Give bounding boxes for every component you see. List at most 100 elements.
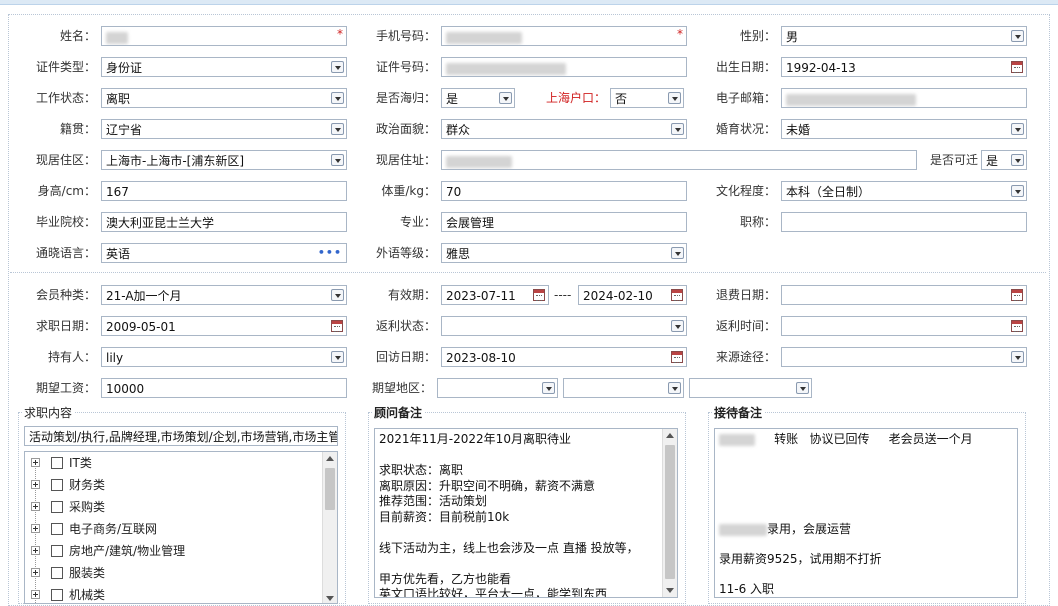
tree-item-label: 服装类	[69, 566, 106, 580]
email-field[interactable]	[781, 88, 1027, 108]
calendar-icon[interactable]	[331, 320, 343, 332]
marital-select[interactable]: 未婚	[781, 119, 1027, 139]
edu-select[interactable]: 本科（全日制）	[781, 181, 1027, 201]
checkbox[interactable]	[51, 545, 63, 557]
checkbox[interactable]	[51, 567, 63, 579]
scroll-up-icon[interactable]	[326, 456, 334, 461]
rebate-time-field[interactable]	[781, 316, 1027, 336]
expand-icon[interactable]	[31, 524, 40, 533]
checkbox[interactable]	[51, 523, 63, 535]
scroll-up-icon[interactable]	[666, 433, 674, 438]
scroll-down-icon[interactable]	[666, 588, 674, 593]
job-content-summary[interactable]: 活动策划/执行,品牌经理,市场策划/企划,市场营销,市场主管	[24, 426, 338, 446]
height-field[interactable]: 167	[101, 181, 347, 201]
reception-notes-title: 接待备注	[712, 405, 765, 421]
chevron-down-icon[interactable]	[671, 320, 684, 332]
chevron-down-icon[interactable]	[331, 123, 344, 135]
holder-select[interactable]: lily	[101, 347, 347, 367]
chevron-down-icon[interactable]	[331, 61, 344, 73]
holder-label: 持有人：	[47, 350, 96, 364]
chevron-down-icon[interactable]	[1011, 185, 1024, 197]
chevron-down-icon[interactable]	[1011, 123, 1024, 135]
gender-select[interactable]: 男	[781, 26, 1027, 46]
calendar-icon[interactable]	[1011, 61, 1023, 73]
expand-icon[interactable]	[31, 546, 40, 555]
advisor-note-line	[379, 556, 673, 572]
phone-field[interactable]	[441, 26, 687, 46]
expand-icon[interactable]	[31, 502, 40, 511]
chevron-down-icon[interactable]	[331, 289, 344, 301]
calendar-icon[interactable]	[671, 289, 683, 301]
checkbox[interactable]	[51, 501, 63, 513]
lang-value: 英语	[106, 247, 131, 261]
checkbox[interactable]	[51, 589, 63, 601]
overseas-label: 是否海归：	[375, 91, 436, 105]
scroll-thumb[interactable]	[665, 445, 675, 579]
advisor-note-line	[379, 525, 673, 541]
overseas-select[interactable]: 是	[441, 88, 515, 108]
calendar-icon[interactable]	[533, 289, 545, 301]
overseas-value: 是	[446, 92, 459, 106]
chevron-down-icon[interactable]	[671, 247, 684, 259]
work-status-select[interactable]: 离职	[101, 88, 347, 108]
chevron-down-icon[interactable]	[668, 92, 681, 104]
more-icon[interactable]: •••	[318, 244, 342, 262]
expand-icon[interactable]	[31, 458, 40, 467]
valid-from-field[interactable]: 2023-07-11	[441, 285, 549, 305]
refund-date-field[interactable]	[781, 285, 1027, 305]
weight-field[interactable]: 70	[441, 181, 687, 201]
residence-select[interactable]: 上海市-上海市-[浦东新区]	[101, 150, 347, 170]
chevron-down-icon[interactable]	[542, 382, 555, 394]
hukou-select[interactable]: 否	[610, 88, 684, 108]
expand-icon[interactable]	[31, 590, 40, 599]
chevron-down-icon[interactable]	[796, 382, 809, 394]
scroll-down-icon[interactable]	[326, 596, 334, 601]
advisor-notes-textarea[interactable]: 2021年11月-2022年10月离职待业 求职状态：离职 离职原因：升职空间不明确…	[374, 428, 678, 598]
chevron-down-icon[interactable]	[499, 92, 512, 104]
advisor-notes-scrollbar[interactable]	[662, 429, 677, 597]
major-field[interactable]: 会展管理	[441, 212, 687, 232]
chevron-down-icon[interactable]	[1011, 30, 1024, 42]
chevron-down-icon[interactable]	[331, 92, 344, 104]
tree-scrollbar[interactable]	[322, 452, 337, 603]
checkbox[interactable]	[51, 479, 63, 491]
chevron-down-icon[interactable]	[1011, 154, 1024, 166]
native-select[interactable]: 辽宁省	[101, 119, 347, 139]
id-no-field[interactable]	[441, 57, 687, 77]
chevron-down-icon[interactable]	[331, 154, 344, 166]
rebate-status-select[interactable]	[441, 316, 687, 336]
relocate-select[interactable]: 是	[981, 150, 1027, 170]
political-label: 政治面貌：	[375, 122, 436, 136]
calendar-icon[interactable]	[671, 351, 683, 363]
chevron-down-icon[interactable]	[671, 123, 684, 135]
checkbox[interactable]	[51, 457, 63, 469]
region-district-select[interactable]	[689, 378, 812, 398]
member-type-select[interactable]: 21-A加一个月	[101, 285, 347, 305]
visit-date-field[interactable]: 2023-08-10	[441, 347, 687, 367]
valid-to-field[interactable]: 2024-02-10	[578, 285, 687, 305]
job-date-field[interactable]: 2009-05-01	[101, 316, 347, 336]
scroll-thumb[interactable]	[325, 468, 335, 510]
calendar-icon[interactable]	[1011, 320, 1023, 332]
id-type-select[interactable]: 身份证	[101, 57, 347, 77]
title-field[interactable]	[781, 212, 1027, 232]
reception-notes-textarea[interactable]: 转账 协议已回传 老会员送一个月 录用，会展运营 录用薪资9525，试用期不打折…	[714, 428, 1018, 598]
expand-icon[interactable]	[31, 568, 40, 577]
birth-date-field[interactable]: 1992-04-13	[781, 57, 1027, 77]
calendar-icon[interactable]	[1011, 289, 1023, 301]
address-field[interactable]	[441, 150, 917, 170]
lang-level-select[interactable]: 雅思	[441, 243, 687, 263]
source-select[interactable]	[781, 347, 1027, 367]
chevron-down-icon[interactable]	[331, 351, 344, 363]
reception-text: 录用，会展运营	[767, 522, 852, 536]
political-select[interactable]: 群众	[441, 119, 687, 139]
name-field[interactable]	[101, 26, 347, 46]
lang-field[interactable]: 英语 •••	[101, 243, 347, 263]
salary-field[interactable]: 10000	[101, 378, 347, 398]
chevron-down-icon[interactable]	[668, 382, 681, 394]
region-city-select[interactable]	[563, 378, 684, 398]
region-province-select[interactable]	[437, 378, 558, 398]
chevron-down-icon[interactable]	[1011, 351, 1024, 363]
expand-icon[interactable]	[31, 480, 40, 489]
school-field[interactable]: 澳大利亚昆士兰大学	[101, 212, 347, 232]
